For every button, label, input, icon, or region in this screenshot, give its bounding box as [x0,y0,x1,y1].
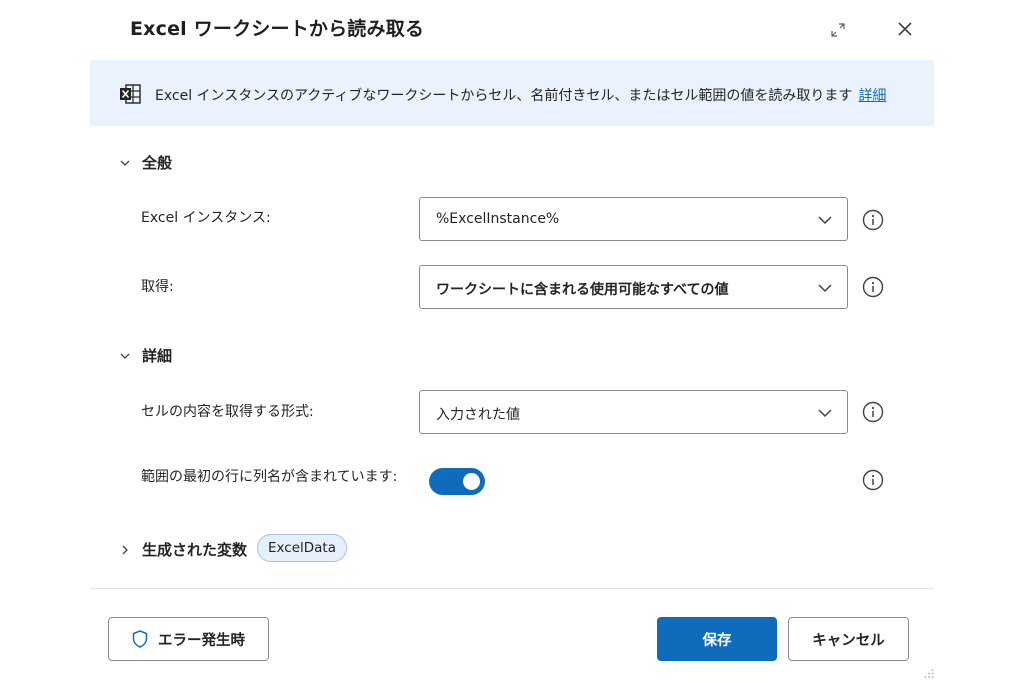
advanced-section-title: 詳細 [142,347,173,365]
excel-icon [119,84,141,104]
info-icon[interactable] [862,401,884,423]
retrieve-value: ワークシートに含まれる使用可能なすべての値 [436,282,729,298]
general-section-title: 全般 [142,154,173,172]
close-icon[interactable] [892,16,918,42]
advanced-section-toggle[interactable]: 詳細 [118,345,172,366]
info-icon[interactable] [862,469,884,491]
header-row-label: 範囲の最初の行に列名が含まれています: [141,469,398,485]
chevron-down-icon [818,216,832,225]
resize-grip-icon[interactable] [924,668,934,678]
dialog-title: Excel ワークシートから読み取る [130,18,425,40]
header-row-toggle[interactable] [429,468,485,495]
learn-more-link[interactable]: 詳細 [858,88,886,104]
footer-divider [90,588,934,589]
shield-icon [132,630,148,648]
variable-chip[interactable]: ExcelData [257,534,347,562]
cancel-button[interactable]: キャンセル [788,617,909,661]
excel-instance-label: Excel インスタンス: [141,210,271,226]
chevron-down-icon [120,160,130,166]
variables-section-toggle[interactable]: 生成された変数 [118,539,247,560]
cell-format-label: セルの内容を取得する形式: [141,404,314,420]
chevron-down-icon [120,353,130,359]
chevron-right-icon [122,545,128,554]
read-excel-worksheet-dialog: Excel ワークシートから読み取る Excel インスタンスのアクティブなワー… [0,0,1024,683]
info-icon[interactable] [862,209,884,231]
save-button[interactable]: 保存 [657,617,777,661]
general-section-toggle[interactable]: 全般 [118,152,172,173]
excel-instance-value: %ExcelInstance% [436,211,560,227]
chevron-down-icon [818,409,832,418]
expand-icon[interactable] [826,18,850,42]
chevron-down-icon [818,284,832,293]
cell-format-value: 入力された値 [436,407,520,423]
excel-instance-dropdown[interactable]: %ExcelInstance% [419,197,848,241]
retrieve-label: 取得: [141,279,174,295]
variables-section-title: 生成された変数 [142,541,248,559]
on-error-button[interactable]: エラー発生時 [108,617,269,661]
retrieve-dropdown[interactable]: ワークシートに含まれる使用可能なすべての値 [419,265,848,309]
description-banner: Excel インスタンスのアクティブなワークシートからセル、名前付きセル、または… [90,60,934,126]
toggle-knob [463,473,480,490]
banner-text: Excel インスタンスのアクティブなワークシートからセル、名前付きセル、または… [155,88,853,104]
info-icon[interactable] [862,276,884,298]
banner-description: Excel インスタンスのアクティブなワークシートからセル、名前付きセル、または… [155,85,886,105]
cell-format-dropdown[interactable]: 入力された値 [419,390,848,434]
on-error-label: エラー発生時 [158,632,245,649]
